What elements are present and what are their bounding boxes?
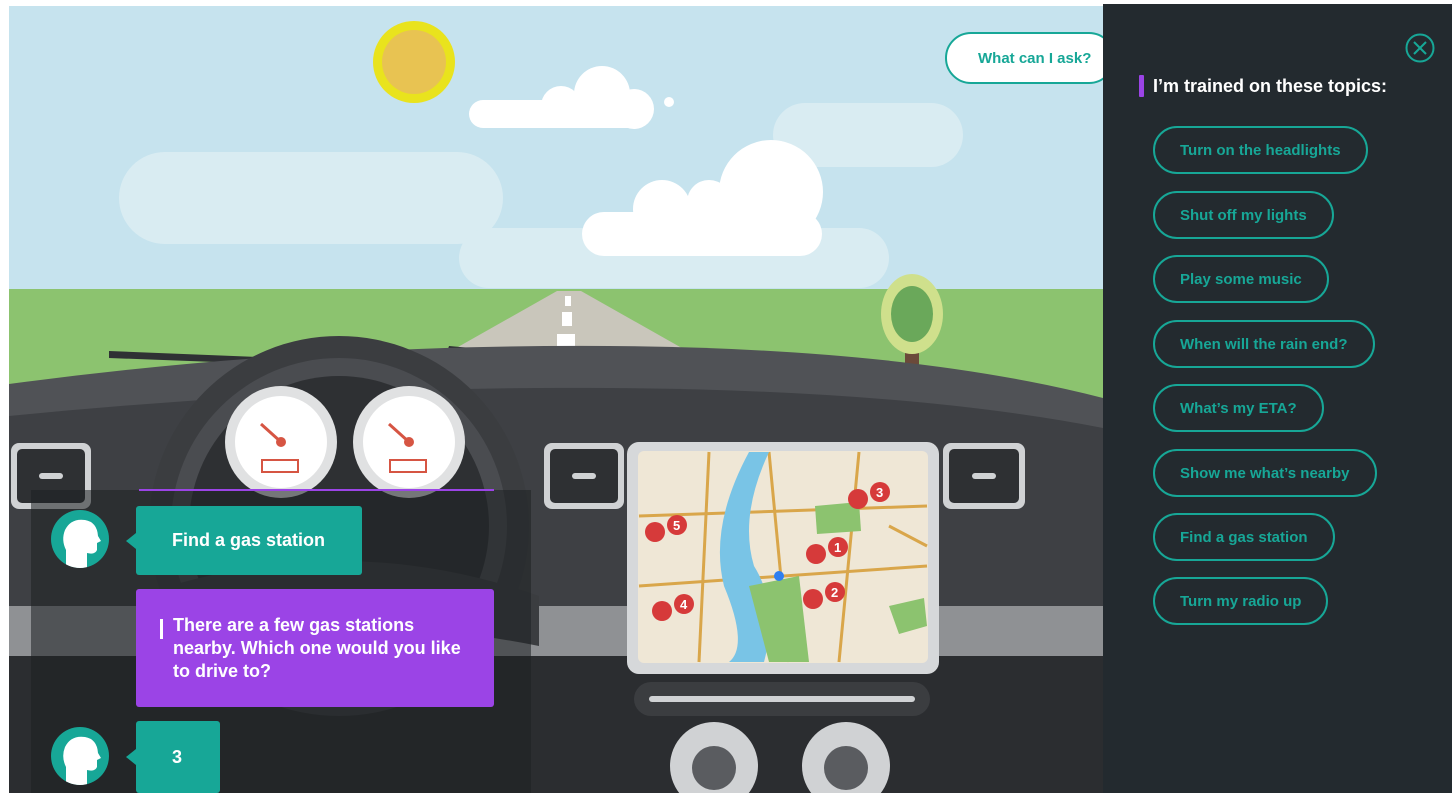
message-text: There are a few gas stations nearby. Whi… xyxy=(173,615,461,681)
title-accent-bar xyxy=(1139,75,1144,97)
topic-label: Shut off my lights xyxy=(1180,206,1307,224)
message-text: 3 xyxy=(172,746,183,767)
topic-find-gas-station[interactable]: Find a gas station xyxy=(1153,513,1335,561)
user-avatar xyxy=(51,510,109,568)
tachometer xyxy=(353,386,465,498)
topics-panel: I’m trained on these topics: Turn on the… xyxy=(1103,4,1452,793)
topic-label: What’s my ETA? xyxy=(1180,399,1297,417)
svg-text:4: 4 xyxy=(680,597,688,612)
air-vent xyxy=(544,443,624,509)
topic-shut-off-lights[interactable]: Shut off my lights xyxy=(1153,191,1334,239)
topic-label: When will the rain end? xyxy=(1180,335,1348,353)
svg-text:5: 5 xyxy=(673,518,680,533)
user-avatar xyxy=(51,727,109,785)
close-panel-button[interactable] xyxy=(1405,33,1435,63)
user-message-bubble: 3 xyxy=(126,721,220,793)
svg-text:2: 2 xyxy=(831,585,838,600)
topic-radio-up[interactable]: Turn my radio up xyxy=(1153,577,1329,625)
air-vent xyxy=(943,443,1025,509)
topic-play-music[interactable]: Play some music xyxy=(1153,255,1329,303)
topic-label: Show me what’s nearby xyxy=(1180,464,1350,482)
bot-message-bubble: There are a few gas stations nearby. Whi… xyxy=(136,589,494,707)
ask-button-label: What can I ask? xyxy=(978,49,1092,67)
person-icon xyxy=(63,519,101,568)
panel-title: I’m trained on these topics: xyxy=(1153,76,1388,96)
close-circle-icon xyxy=(1405,33,1435,63)
topic-label: Turn my radio up xyxy=(1180,592,1302,610)
topic-label: Turn on the headlights xyxy=(1180,141,1341,159)
person-icon xyxy=(63,736,101,785)
topic-label: Find a gas station xyxy=(1180,528,1308,546)
topic-whats-nearby[interactable]: Show me what’s nearby xyxy=(1153,449,1377,497)
svg-text:3: 3 xyxy=(876,485,883,500)
svg-text:1: 1 xyxy=(834,540,841,555)
message-accent-bar xyxy=(160,619,163,639)
what-can-i-ask-button[interactable]: What can I ask? xyxy=(945,32,1115,84)
user-message-bubble: Find a gas station xyxy=(126,506,362,575)
topic-label: Play some music xyxy=(1180,270,1302,288)
topic-turn-on-headlights[interactable]: Turn on the headlights xyxy=(1153,126,1368,174)
topic-rain-end[interactable]: When will the rain end? xyxy=(1153,320,1375,368)
message-text: Find a gas station xyxy=(172,530,326,550)
topic-eta[interactable]: What’s my ETA? xyxy=(1153,384,1324,432)
speedometer xyxy=(225,386,337,498)
